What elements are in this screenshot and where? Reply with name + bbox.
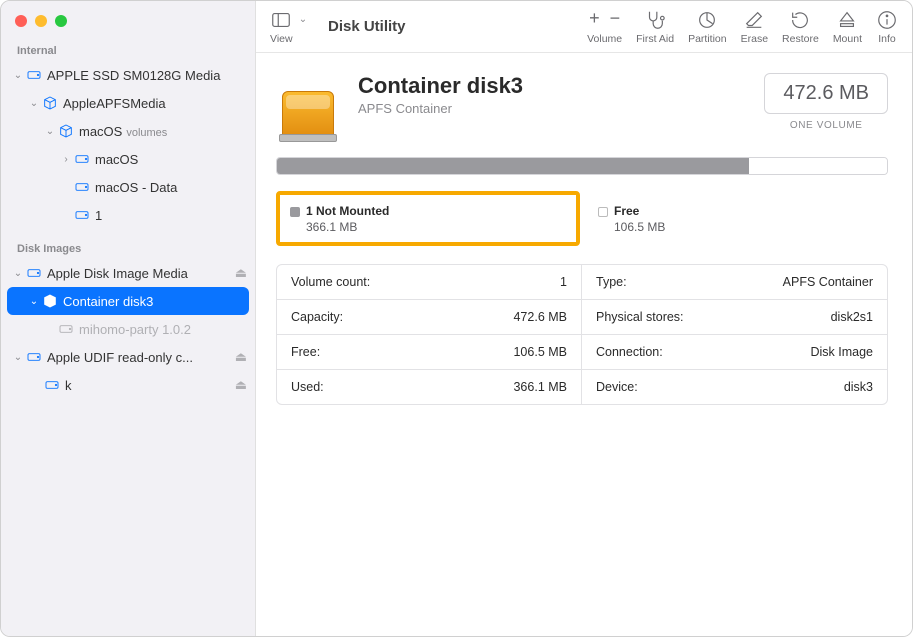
info-row: Capacity:472.6 MB xyxy=(277,300,582,335)
app-title: Disk Utility xyxy=(328,18,406,35)
info-row: Type:APFS Container xyxy=(582,265,887,300)
chevron-down-icon: ⌄ xyxy=(296,14,310,25)
container-icon xyxy=(41,94,59,112)
volume-icon xyxy=(73,206,91,224)
disk-subtitle: APFS Container xyxy=(358,101,746,116)
volume-icon xyxy=(73,150,91,168)
container-icon xyxy=(57,122,75,140)
sidebar: Internal ⌄ APPLE SSD SM0128G Media ⌄ App… xyxy=(1,1,256,636)
sidebar-item-macos-data[interactable]: macOS - Data xyxy=(1,173,255,201)
disk-title: Container disk3 xyxy=(358,73,746,99)
sidebar-item-macos-volumes[interactable]: ⌄ macOSvolumes xyxy=(1,117,255,145)
sidebar-toggle-icon xyxy=(270,9,292,31)
toolbar-partition[interactable]: Partition xyxy=(688,9,727,45)
sidebar-item-udif[interactable]: ⌄ Apple UDIF read-only c... ⏏ xyxy=(1,343,255,371)
sidebar-item-mihomo[interactable]: mihomo-party 1.0.2 xyxy=(1,315,255,343)
window-controls xyxy=(1,11,255,41)
toolbar-info[interactable]: Info xyxy=(876,9,898,45)
toolbar-view[interactable]: ⌄ View xyxy=(270,9,310,45)
mount-icon xyxy=(836,9,858,31)
volume-icon xyxy=(73,178,91,196)
info-row: Free:106.5 MB xyxy=(277,335,582,370)
usage-bar xyxy=(276,157,888,175)
pie-icon xyxy=(696,9,718,31)
info-icon xyxy=(876,9,898,31)
restore-icon xyxy=(789,9,811,31)
chevron-down-icon[interactable]: ⌄ xyxy=(11,268,25,279)
chevron-down-icon[interactable]: ⌄ xyxy=(43,126,57,137)
chevron-down-icon[interactable]: ⌄ xyxy=(11,70,25,81)
legend-free-value: 106.5 MB xyxy=(598,220,874,234)
toolbar-volume[interactable]: + − Volume xyxy=(587,8,622,45)
main-panel: ⌄ View Disk Utility + − Volume First Aid… xyxy=(256,1,912,636)
toolbar-erase[interactable]: Erase xyxy=(741,9,768,45)
legend-free: Free 106.5 MB xyxy=(584,191,888,246)
chevron-down-icon[interactable]: ⌄ xyxy=(11,352,25,363)
sidebar-tree-diskimages: ⌄ Apple Disk Image Media ⏏ ⌄ Container d… xyxy=(1,259,255,399)
plus-minus-icon: + − xyxy=(589,8,620,31)
volume-count-caption: ONE VOLUME xyxy=(764,120,888,131)
swatch-free-icon xyxy=(598,207,608,217)
sidebar-item-container-disk3[interactable]: ⌄ Container disk3 xyxy=(7,287,249,315)
sidebar-tree-internal: ⌄ APPLE SSD SM0128G Media ⌄ AppleAPFSMed… xyxy=(1,61,255,229)
container-icon xyxy=(41,292,59,310)
disk-icon xyxy=(25,348,43,366)
eject-icon[interactable]: ⏏ xyxy=(231,349,247,365)
eraser-icon xyxy=(743,9,765,31)
sidebar-item-physical-disk[interactable]: ⌄ APPLE SSD SM0128G Media xyxy=(1,61,255,89)
chevron-down-icon[interactable]: ⌄ xyxy=(27,98,41,109)
chevron-down-icon[interactable]: ⌄ xyxy=(27,296,41,307)
stethoscope-icon xyxy=(644,9,666,31)
legend-used-value: 366.1 MB xyxy=(290,220,566,234)
app-window: Internal ⌄ APPLE SSD SM0128G Media ⌄ App… xyxy=(0,0,913,637)
usage-used-segment xyxy=(277,158,749,174)
usage-free-segment xyxy=(749,158,887,174)
eject-icon[interactable]: ⏏ xyxy=(231,377,247,393)
sidebar-item-disk-image-media[interactable]: ⌄ Apple Disk Image Media ⏏ xyxy=(1,259,255,287)
sidebar-section-diskimages: Disk Images xyxy=(1,239,255,259)
disk-icon xyxy=(25,264,43,282)
size-box-wrap: 472.6 MB ONE VOLUME xyxy=(764,73,888,131)
info-row: Connection:Disk Image xyxy=(582,335,887,370)
sidebar-section-internal: Internal xyxy=(1,41,255,61)
info-grid: Volume count:1 Type:APFS Container Capac… xyxy=(276,264,888,405)
volume-icon xyxy=(43,376,61,394)
size-box: 472.6 MB xyxy=(764,73,888,114)
sidebar-item-apfs-media[interactable]: ⌄ AppleAPFSMedia xyxy=(1,89,255,117)
header-row: Container disk3 APFS Container 472.6 MB … xyxy=(276,73,888,137)
sidebar-item-k[interactable]: k ⏏ xyxy=(1,371,255,399)
legend-used: 1 Not Mounted 366.1 MB xyxy=(276,191,580,246)
disk-image-icon xyxy=(276,73,340,137)
legend-row: 1 Not Mounted 366.1 MB Free 106.5 MB xyxy=(276,191,888,246)
toolbar-restore[interactable]: Restore xyxy=(782,9,819,45)
toolbar: ⌄ View Disk Utility + − Volume First Aid… xyxy=(256,1,912,53)
swatch-used-icon xyxy=(290,207,300,217)
close-window-button[interactable] xyxy=(15,15,27,27)
info-row: Used:366.1 MB xyxy=(277,370,582,404)
eject-icon[interactable]: ⏏ xyxy=(231,265,247,281)
minimize-window-button[interactable] xyxy=(35,15,47,27)
sidebar-item-volume-1[interactable]: 1 xyxy=(1,201,255,229)
toolbar-first-aid[interactable]: First Aid xyxy=(636,9,674,45)
content-area: Container disk3 APFS Container 472.6 MB … xyxy=(256,53,912,636)
disk-icon xyxy=(25,66,43,84)
header-texts: Container disk3 APFS Container xyxy=(358,73,746,116)
sidebar-item-macos[interactable]: › macOS xyxy=(1,145,255,173)
volume-icon xyxy=(57,320,75,338)
chevron-right-icon[interactable]: › xyxy=(59,154,73,165)
info-row: Physical stores:disk2s1 xyxy=(582,300,887,335)
toolbar-mount[interactable]: Mount xyxy=(833,9,862,45)
zoom-window-button[interactable] xyxy=(55,15,67,27)
info-row: Volume count:1 xyxy=(277,265,582,300)
disk-size: 472.6 MB xyxy=(783,82,869,105)
info-row: Device:disk3 xyxy=(582,370,887,404)
